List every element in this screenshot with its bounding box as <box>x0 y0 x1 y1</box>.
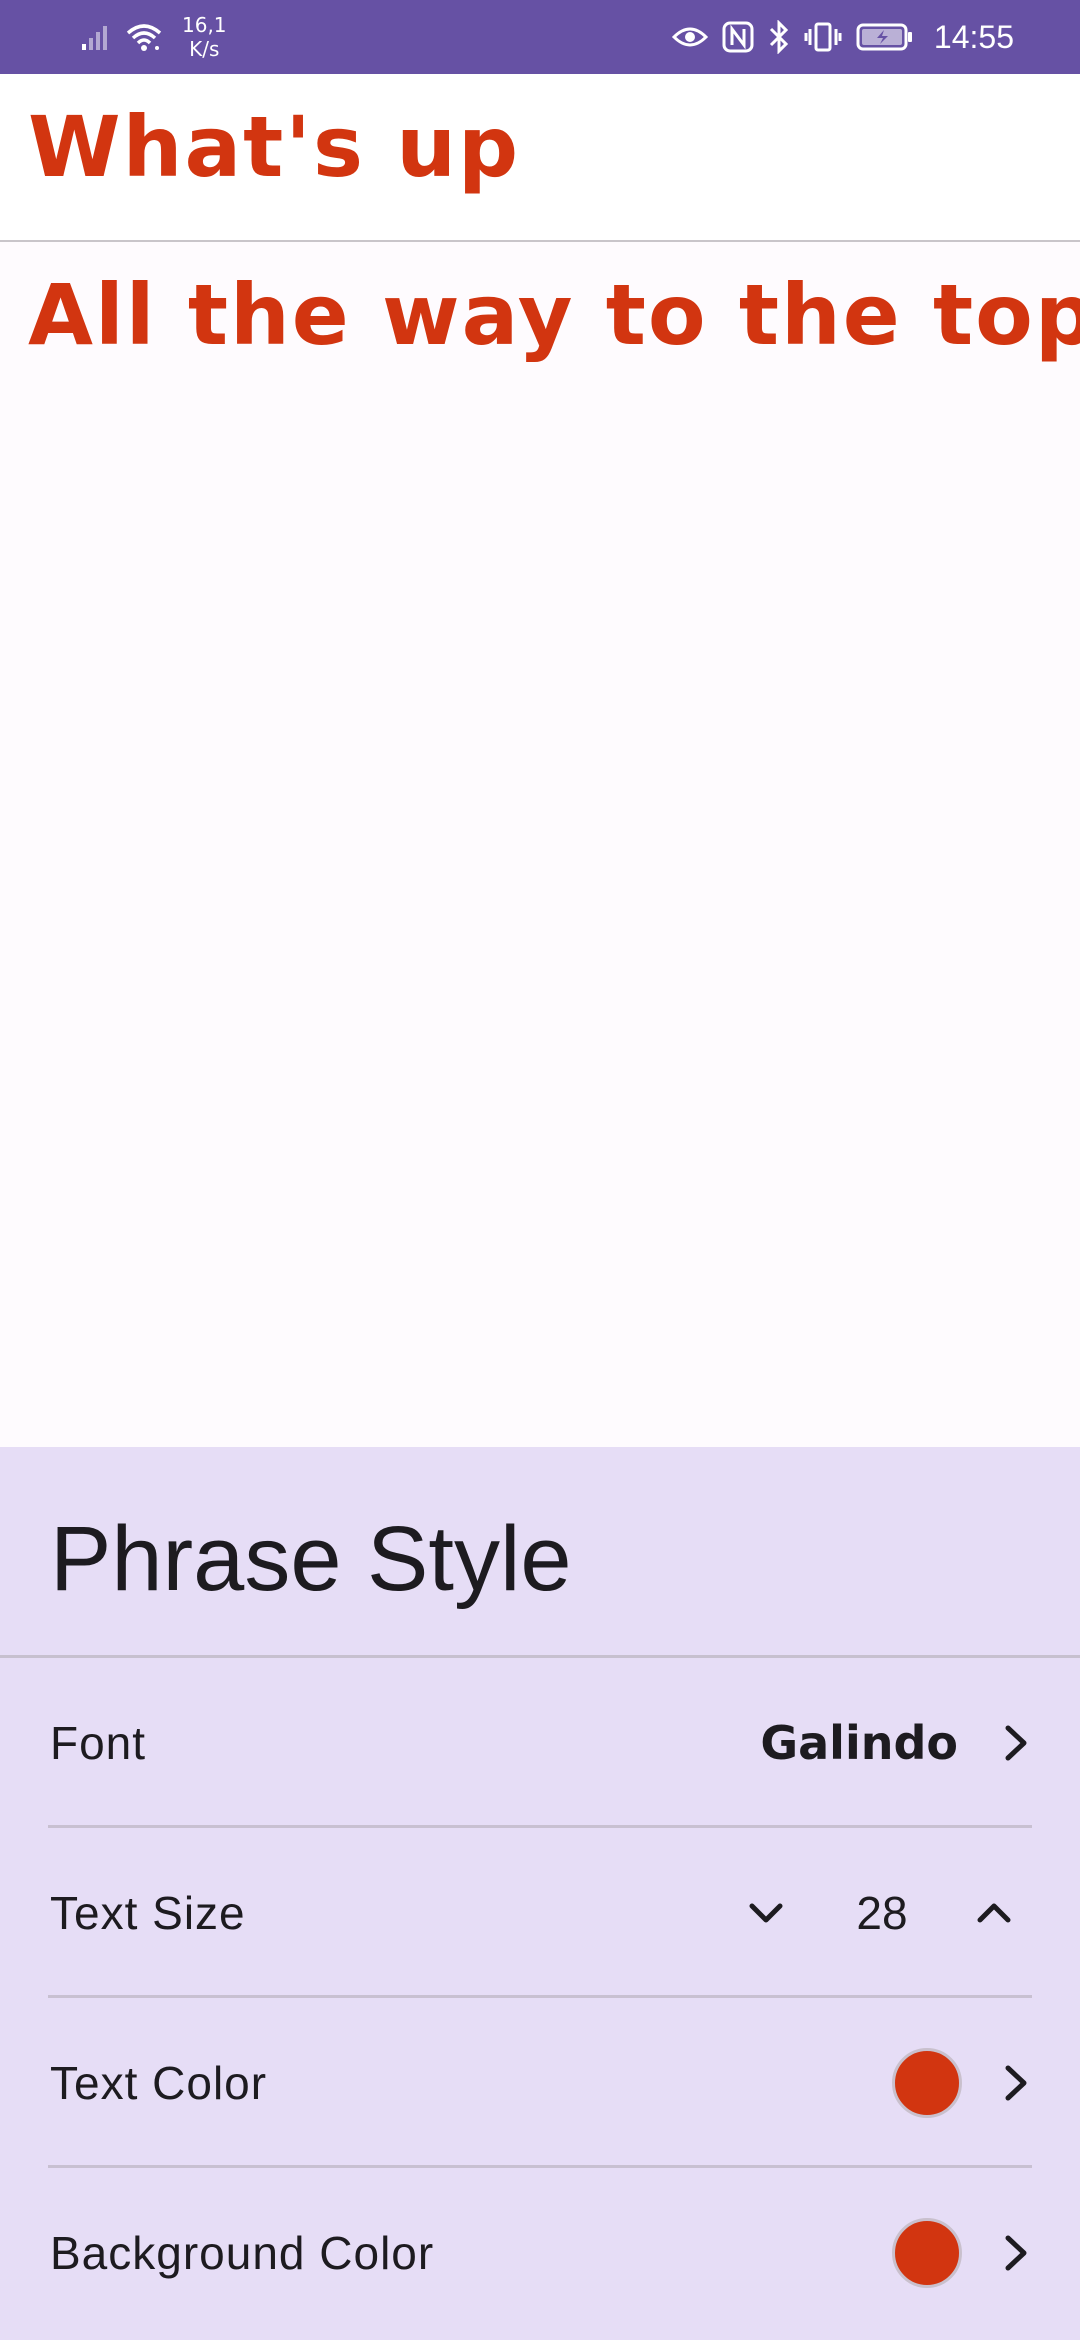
vibrate-icon <box>804 21 842 53</box>
network-speed-value: 16,1 <box>182 13 227 37</box>
status-bar: 16,1 K/s 14:55 <box>0 0 1080 74</box>
network-speed: 16,1 K/s <box>182 13 227 61</box>
phrase-list: What's up All the way to the top <box>0 74 1080 410</box>
phrase-style-sheet: Phrase Style Font Galindo Text Size 28 T… <box>0 1447 1080 2340</box>
network-speed-unit: K/s <box>189 37 220 61</box>
bluetooth-icon <box>768 20 790 54</box>
wifi-icon <box>124 21 164 53</box>
phrase-text: All the way to the top <box>28 266 1080 364</box>
font-value: Galindo <box>760 1716 958 1770</box>
font-setting-row[interactable]: Font Galindo <box>0 1658 1080 1828</box>
background-color-label: Background Color <box>50 2227 435 2279</box>
text-size-setting-row: Text Size 28 <box>0 1828 1080 1998</box>
chevron-right-icon <box>1005 2235 1027 2271</box>
signal-icon <box>80 22 114 52</box>
font-label: Font <box>50 1717 147 1769</box>
increase-size-button[interactable] <box>968 1887 1020 1939</box>
text-color-swatch <box>892 2048 962 2118</box>
chevron-right-icon <box>1005 2065 1027 2101</box>
background-color-setting-row[interactable]: Background Color <box>0 2168 1080 2338</box>
eye-icon <box>671 25 708 49</box>
chevron-right-icon <box>1005 1725 1027 1761</box>
decrease-size-button[interactable] <box>740 1887 792 1939</box>
background-color-swatch <box>892 2218 962 2288</box>
text-color-setting-row[interactable]: Text Color <box>0 1998 1080 2168</box>
text-size-label: Text Size <box>50 1887 246 1939</box>
nfc-icon <box>722 21 754 53</box>
text-size-value: 28 <box>856 1887 908 1939</box>
battery-charging-icon <box>856 23 914 51</box>
text-color-label: Text Color <box>50 2057 268 2109</box>
status-time: 14:55 <box>933 18 1014 55</box>
sheet-title: Phrase Style <box>50 1508 572 1610</box>
phrase-item[interactable]: All the way to the top <box>0 242 1080 410</box>
phrase-item[interactable]: What's up <box>0 74 1080 243</box>
phrase-text: What's up <box>28 98 521 196</box>
